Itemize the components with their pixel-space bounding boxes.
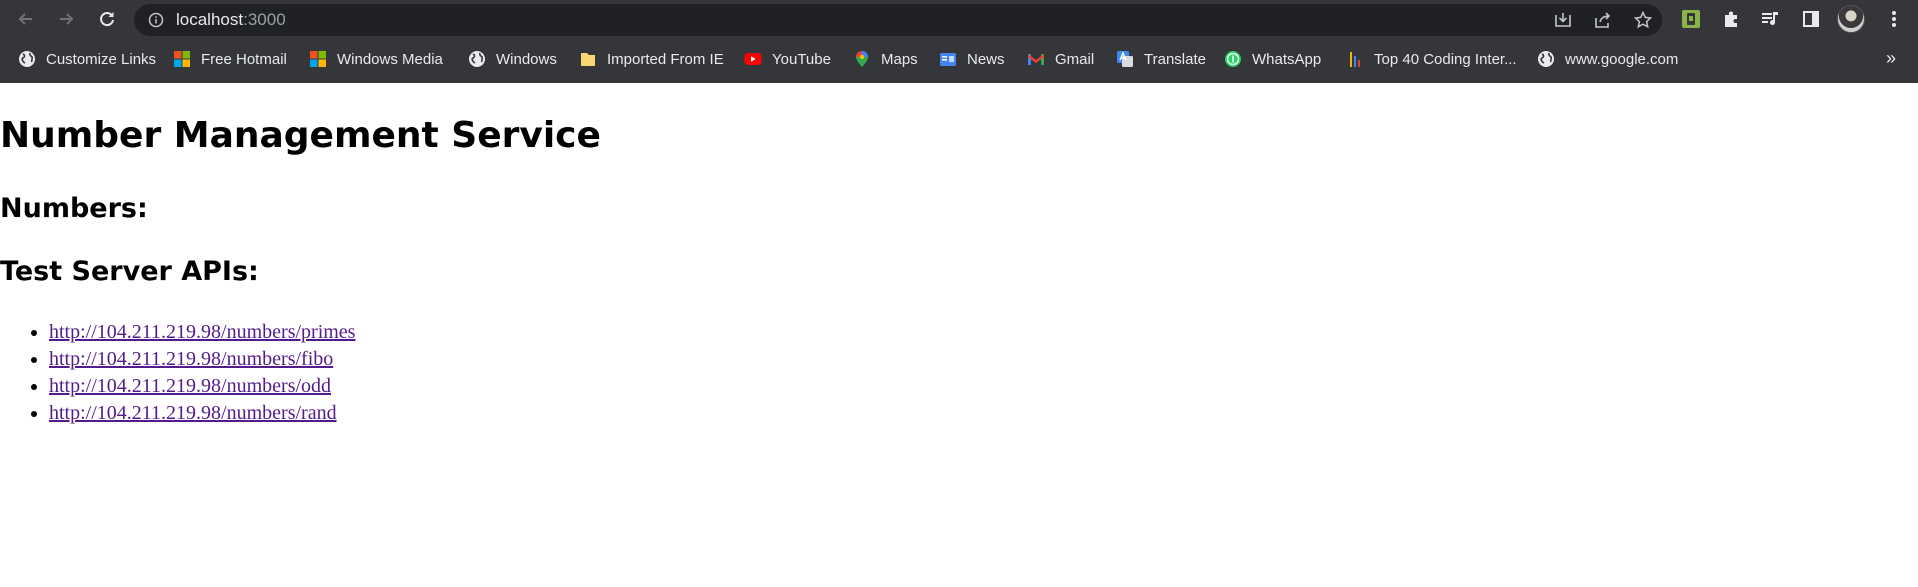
site-info-icon[interactable]: [148, 12, 164, 28]
bookmark-whatsapp[interactable]: WhatsApp: [1224, 46, 1321, 72]
browser-menu-button[interactable]: [1880, 5, 1908, 33]
page-title: Number Management Service: [0, 115, 601, 156]
puzzle-icon: [1725, 11, 1737, 27]
bookmarks-bar: Customize Links Free Hotmail Windows Med…: [0, 38, 1918, 83]
forward-button[interactable]: [52, 6, 80, 32]
globe-icon: [19, 51, 35, 67]
address-bar[interactable]: localhost:3000: [134, 4, 1662, 36]
bookmark-label: Translate: [1144, 50, 1206, 68]
gmail-icon: [1028, 54, 1044, 65]
bookmark-label: Free Hotmail: [201, 50, 287, 68]
whatsapp-icon: [1225, 51, 1241, 67]
bookmark-label: Gmail: [1055, 50, 1095, 68]
green-extension-icon: [1682, 10, 1700, 28]
list-item: http://104.211.219.98/numbers/primes: [49, 319, 355, 346]
list-item: http://104.211.219.98/numbers/fibo: [49, 346, 355, 373]
install-app-button[interactable]: [1552, 10, 1574, 30]
youtube-icon: [744, 53, 762, 65]
api-link-primes[interactable]: http://104.211.219.98/numbers/primes: [49, 321, 355, 343]
bookmark-label: Imported From IE: [607, 50, 724, 68]
media-controls-button[interactable]: [1757, 5, 1785, 33]
bookmark-free-hotmail[interactable]: Free Hotmail: [173, 46, 287, 72]
bookmark-label: News: [967, 50, 1005, 68]
kebab-menu-icon: [1892, 11, 1896, 27]
bookmark-gmail[interactable]: Gmail: [1027, 46, 1094, 72]
api-link-odd[interactable]: http://104.211.219.98/numbers/odd: [49, 375, 331, 397]
browser-toolbar: localhost:3000: [0, 0, 1918, 38]
news-icon: [940, 53, 956, 66]
bookmark-youtube[interactable]: YouTube: [744, 46, 831, 72]
extensions-menu-button[interactable]: [1717, 5, 1745, 33]
share-button[interactable]: [1592, 10, 1614, 30]
bookmark-label: Windows Media: [337, 50, 443, 68]
reload-button[interactable]: [93, 6, 121, 32]
page-content: Number Management Service Numbers: Test …: [0, 83, 1918, 587]
extension-button[interactable]: [1677, 5, 1705, 33]
windows-logo-icon: [174, 51, 190, 67]
maps-icon: [856, 51, 868, 67]
arrow-left-icon: [18, 13, 32, 25]
bookmark-news[interactable]: News: [939, 46, 1005, 72]
list-item: http://104.211.219.98/numbers/odd: [49, 373, 355, 400]
bookmark-label: Maps: [881, 50, 918, 68]
bookmark-label: Windows: [496, 50, 557, 68]
bookmark-google[interactable]: www.google.com: [1537, 46, 1678, 72]
arrow-right-icon: [60, 13, 74, 25]
test-server-apis-heading: Test Server APIs:: [0, 256, 259, 287]
bookmark-imported-from-ie[interactable]: Imported From IE: [579, 46, 724, 72]
reload-icon: [100, 12, 114, 27]
bookmark-label: Top 40 Coding Inter...: [1374, 50, 1517, 68]
url-text: localhost:3000: [176, 4, 286, 36]
bookmark-label: Customize Links: [46, 50, 157, 68]
bookmark-label: www.google.com: [1565, 50, 1679, 68]
api-link-fibo[interactable]: http://104.211.219.98/numbers/fibo: [49, 348, 333, 370]
star-icon: [1633, 10, 1653, 29]
list-item: http://104.211.219.98/numbers/rand: [49, 400, 355, 427]
api-link-rand[interactable]: http://104.211.219.98/numbers/rand: [49, 402, 337, 424]
bookmark-maps[interactable]: Maps: [853, 46, 918, 72]
url-host: localhost: [176, 10, 244, 29]
playlist-icon: [1762, 12, 1778, 26]
windows-logo-icon: [310, 51, 326, 67]
bookmark-windows-media[interactable]: Windows Media: [309, 46, 443, 72]
download-icon: [1555, 13, 1571, 27]
numbers-heading: Numbers:: [0, 193, 148, 224]
side-panel-button[interactable]: [1797, 5, 1825, 33]
bookmark-top-40-coding[interactable]: Top 40 Coding Inter...: [1346, 46, 1517, 72]
bookmark-label: YouTube: [772, 50, 831, 68]
side-panel-icon: [1803, 11, 1819, 27]
globe-icon: [1538, 51, 1554, 67]
back-button[interactable]: [12, 6, 40, 32]
url-port: :3000: [243, 10, 286, 29]
translate-icon: [1117, 51, 1133, 67]
bookmark-star-button[interactable]: [1632, 10, 1654, 30]
profile-avatar[interactable]: [1837, 5, 1865, 33]
bookmark-windows[interactable]: Windows: [468, 46, 557, 72]
globe-icon: [469, 51, 485, 67]
bookmark-customize-links[interactable]: Customize Links: [18, 46, 156, 72]
api-link-list: http://104.211.219.98/numbers/primes htt…: [0, 319, 355, 427]
bars-icon: [1350, 52, 1360, 67]
bookmark-label: WhatsApp: [1252, 50, 1322, 68]
share-icon: [1595, 12, 1611, 28]
bookmarks-overflow-button[interactable]: »: [1876, 45, 1906, 71]
bookmark-translate[interactable]: Translate: [1116, 46, 1206, 72]
folder-icon: [581, 53, 595, 66]
